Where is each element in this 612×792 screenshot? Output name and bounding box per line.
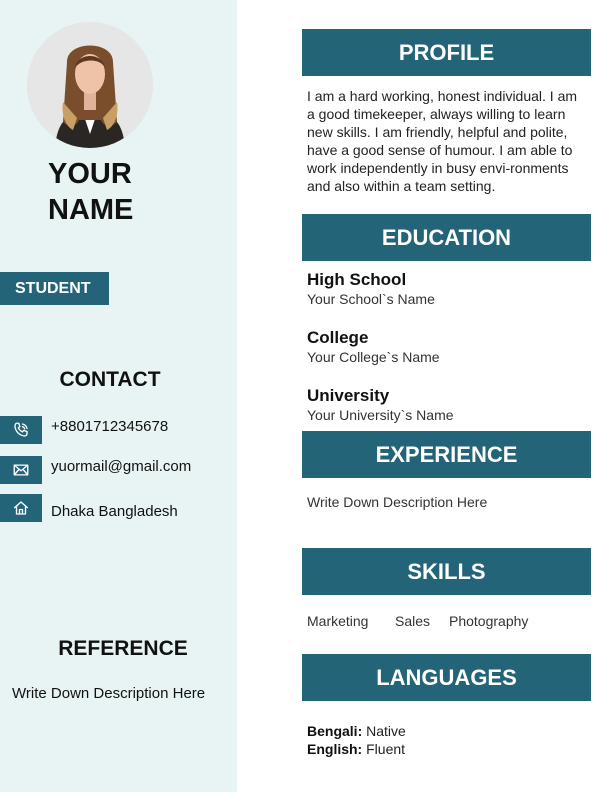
skills-heading: SKILLS	[302, 548, 591, 595]
skill-item: Photography	[449, 613, 529, 629]
skills-list: Marketing Sales Photography	[307, 613, 528, 629]
education-heading: EDUCATION	[302, 214, 591, 261]
portrait-image	[27, 22, 153, 148]
language-name: English:	[307, 741, 363, 757]
education-school: Your University`s Name	[307, 407, 454, 423]
language-level: Fluent	[366, 741, 406, 757]
language-level: Native	[366, 723, 406, 739]
language-entry: Bengali: Native	[307, 723, 406, 739]
name-line-2: NAME	[48, 194, 134, 226]
contact-email: yuormail@gmail.com	[0, 456, 237, 484]
contact-heading: CONTACT	[59, 368, 161, 391]
mail-icon	[0, 456, 42, 484]
education-school: Your School`s Name	[307, 291, 435, 307]
skill-item: Marketing	[307, 613, 369, 629]
experience-heading: EXPERIENCE	[302, 431, 591, 478]
profile-photo	[27, 22, 153, 148]
contact-address: Dhaka Bangladesh	[0, 494, 237, 522]
education-school: Your College`s Name	[307, 349, 440, 365]
person-name: YOUR NAME	[48, 156, 228, 228]
profile-heading: PROFILE	[302, 29, 591, 76]
home-icon	[0, 494, 42, 522]
phone-icon	[0, 416, 42, 444]
name-line-1: YOUR	[48, 158, 132, 190]
education-level: College	[307, 328, 369, 347]
reference-heading: REFERENCE	[58, 637, 188, 660]
experience-description: Write Down Description Here	[307, 494, 488, 510]
education-level: High School	[307, 270, 407, 289]
skill-item: Sales	[395, 613, 431, 629]
profile-text: I am a hard working, honest individual. …	[307, 88, 578, 194]
role-badge: STUDENT	[0, 272, 109, 305]
address: Dhaka Bangladesh	[51, 503, 178, 520]
reference-description: Write Down Description Here	[12, 685, 206, 702]
email-address[interactable]: yuormail@gmail.com	[51, 458, 191, 475]
language-name: Bengali:	[307, 723, 363, 739]
languages-heading: LANGUAGES	[302, 654, 591, 701]
contact-phone: +8801712345678	[0, 416, 237, 444]
education-level: University	[307, 386, 390, 405]
language-entry: English: Fluent	[307, 741, 405, 757]
phone-number[interactable]: +8801712345678	[51, 418, 168, 435]
